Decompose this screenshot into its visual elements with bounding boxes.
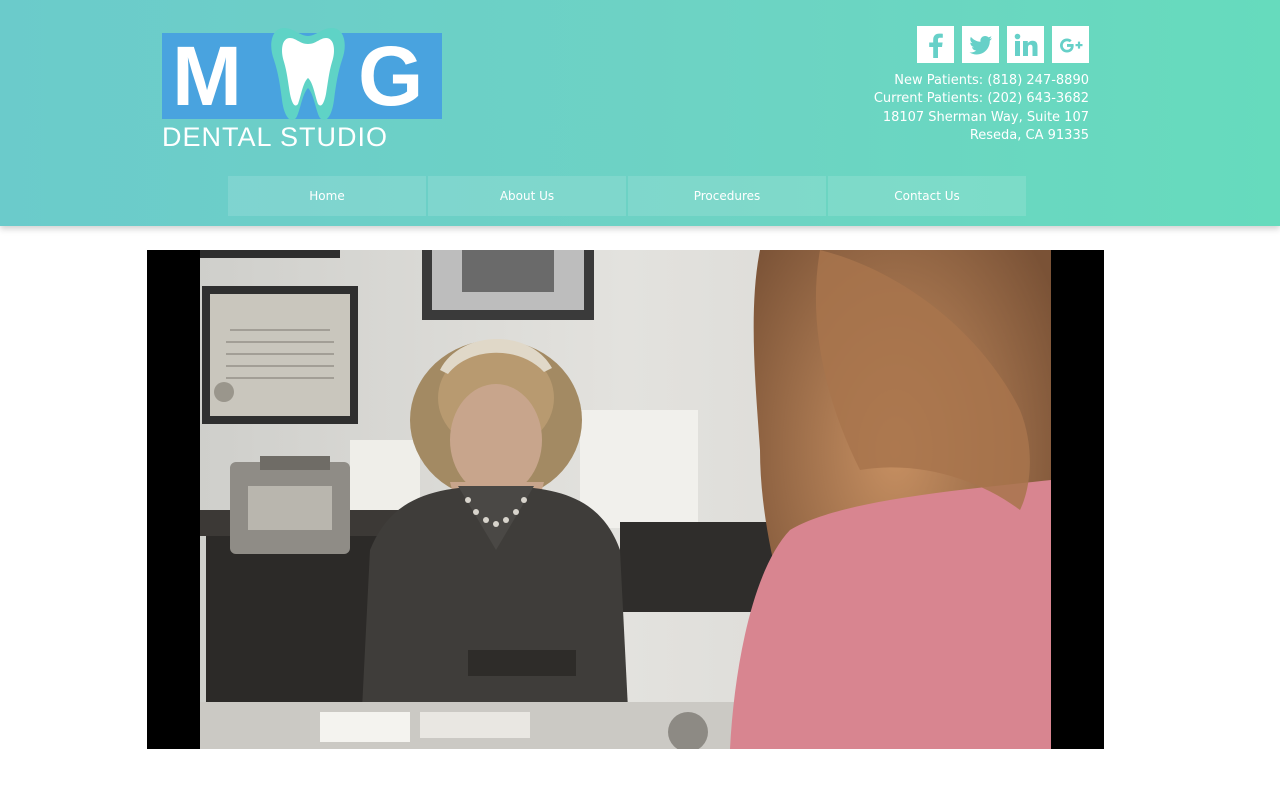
nav-item-about-us[interactable]: About Us (428, 176, 626, 216)
address-line-1: 18107 Sherman Way, Suite 107 (882, 109, 1089, 125)
nav-item-contact-us[interactable]: Contact Us (828, 176, 1026, 216)
linkedin-button[interactable] (1007, 26, 1044, 63)
logo-letter-m: M (172, 29, 242, 123)
video-frame (200, 250, 1051, 749)
linkedin-icon (1014, 33, 1037, 56)
logo-subtitle: DENTAL STUDIO (162, 122, 389, 152)
social-links (917, 26, 1089, 63)
twitter-icon (968, 35, 992, 54)
main-nav: Home About Us Procedures Contact Us (228, 176, 1026, 216)
nav-item-procedures[interactable]: Procedures (628, 176, 826, 216)
logo-letter-g: G (358, 29, 424, 123)
google-plus-button[interactable] (1052, 26, 1089, 63)
google-plus-icon (1059, 38, 1082, 52)
new-patients-phone[interactable]: New Patients: (818) 247-8890 (874, 72, 1089, 90)
site-logo[interactable]: M G DENTAL STUDIO (162, 24, 444, 152)
facebook-icon (928, 33, 943, 58)
nav-item-home[interactable]: Home (228, 176, 426, 216)
facebook-button[interactable] (917, 26, 954, 63)
video-player[interactable] (147, 250, 1104, 749)
tooth-icon (271, 28, 345, 120)
twitter-button[interactable] (962, 26, 999, 63)
video-still-image (200, 250, 1051, 749)
current-patients-phone[interactable]: Current Patients: (202) 643-3682 (874, 90, 1089, 108)
address-line-2: Reseda, CA 91335 (969, 127, 1089, 143)
contact-info: New Patients: (818) 247-8890 Current Pat… (874, 72, 1089, 145)
site-header: M G DENTAL STUDIO New Patients: (818) 24… (0, 0, 1280, 226)
